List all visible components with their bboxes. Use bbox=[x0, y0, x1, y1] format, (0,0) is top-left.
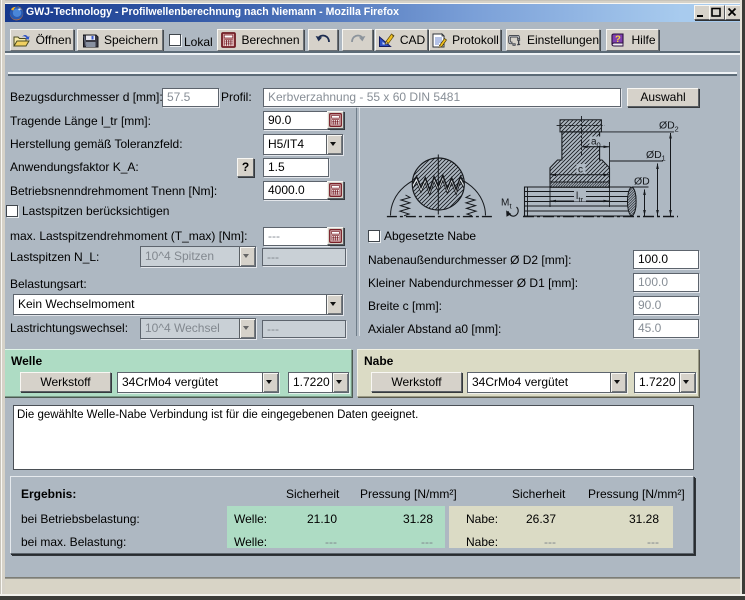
svg-text:c: c bbox=[578, 165, 583, 176]
svg-text:ØD: ØD bbox=[646, 149, 662, 161]
svg-text:1: 1 bbox=[662, 154, 666, 163]
svg-text:t: t bbox=[510, 202, 513, 211]
svg-text:ØD: ØD bbox=[634, 176, 650, 188]
svg-text:?: ? bbox=[615, 34, 621, 45]
svg-text:2: 2 bbox=[675, 125, 679, 134]
svg-text:tr: tr bbox=[579, 195, 584, 204]
svg-text:M: M bbox=[501, 198, 509, 209]
svg-text:0: 0 bbox=[597, 141, 601, 150]
svg-text:ØD: ØD bbox=[659, 120, 675, 132]
